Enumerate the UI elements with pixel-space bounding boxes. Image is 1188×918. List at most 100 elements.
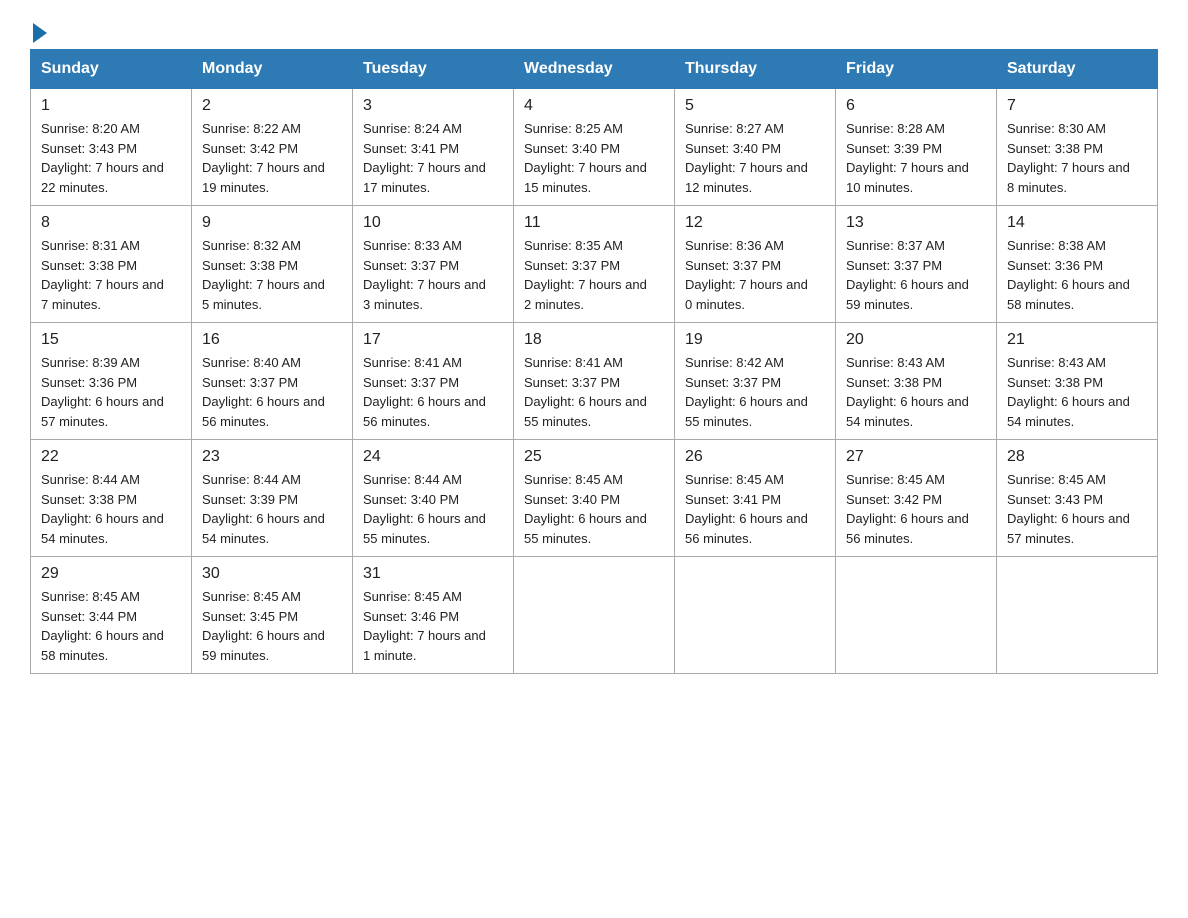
day-info: Sunrise: 8:37 AM Sunset: 3:37 PM Dayligh… [846,236,986,314]
day-info: Sunrise: 8:44 AM Sunset: 3:40 PM Dayligh… [363,470,503,548]
calendar-header-monday: Monday [192,50,353,89]
day-number: 4 [524,97,664,115]
calendar-cell: 14 Sunrise: 8:38 AM Sunset: 3:36 PM Dayl… [997,206,1158,323]
day-info: Sunrise: 8:45 AM Sunset: 3:44 PM Dayligh… [41,587,181,665]
calendar-week-row: 15 Sunrise: 8:39 AM Sunset: 3:36 PM Dayl… [31,323,1158,440]
day-info: Sunrise: 8:45 AM Sunset: 3:46 PM Dayligh… [363,587,503,665]
calendar-cell [675,557,836,674]
calendar-cell: 29 Sunrise: 8:45 AM Sunset: 3:44 PM Dayl… [31,557,192,674]
day-info: Sunrise: 8:33 AM Sunset: 3:37 PM Dayligh… [363,236,503,314]
day-info: Sunrise: 8:20 AM Sunset: 3:43 PM Dayligh… [41,119,181,197]
calendar-cell: 24 Sunrise: 8:44 AM Sunset: 3:40 PM Dayl… [353,440,514,557]
day-number: 17 [363,331,503,349]
calendar-cell: 10 Sunrise: 8:33 AM Sunset: 3:37 PM Dayl… [353,206,514,323]
day-number: 16 [202,331,342,349]
calendar-cell: 12 Sunrise: 8:36 AM Sunset: 3:37 PM Dayl… [675,206,836,323]
day-info: Sunrise: 8:30 AM Sunset: 3:38 PM Dayligh… [1007,119,1147,197]
day-number: 11 [524,214,664,232]
day-number: 10 [363,214,503,232]
day-number: 3 [363,97,503,115]
day-info: Sunrise: 8:45 AM Sunset: 3:42 PM Dayligh… [846,470,986,548]
calendar-cell: 8 Sunrise: 8:31 AM Sunset: 3:38 PM Dayli… [31,206,192,323]
calendar-week-row: 22 Sunrise: 8:44 AM Sunset: 3:38 PM Dayl… [31,440,1158,557]
calendar-cell: 15 Sunrise: 8:39 AM Sunset: 3:36 PM Dayl… [31,323,192,440]
calendar-cell [514,557,675,674]
day-number: 9 [202,214,342,232]
calendar-cell: 17 Sunrise: 8:41 AM Sunset: 3:37 PM Dayl… [353,323,514,440]
logo-arrow-icon [33,23,47,43]
day-number: 23 [202,448,342,466]
day-info: Sunrise: 8:35 AM Sunset: 3:37 PM Dayligh… [524,236,664,314]
day-info: Sunrise: 8:28 AM Sunset: 3:39 PM Dayligh… [846,119,986,197]
day-info: Sunrise: 8:22 AM Sunset: 3:42 PM Dayligh… [202,119,342,197]
day-number: 24 [363,448,503,466]
day-info: Sunrise: 8:45 AM Sunset: 3:45 PM Dayligh… [202,587,342,665]
calendar-cell: 18 Sunrise: 8:41 AM Sunset: 3:37 PM Dayl… [514,323,675,440]
day-info: Sunrise: 8:36 AM Sunset: 3:37 PM Dayligh… [685,236,825,314]
day-number: 12 [685,214,825,232]
calendar-cell: 6 Sunrise: 8:28 AM Sunset: 3:39 PM Dayli… [836,89,997,206]
calendar-cell: 27 Sunrise: 8:45 AM Sunset: 3:42 PM Dayl… [836,440,997,557]
calendar-header-saturday: Saturday [997,50,1158,89]
calendar-cell: 31 Sunrise: 8:45 AM Sunset: 3:46 PM Dayl… [353,557,514,674]
day-number: 21 [1007,331,1147,349]
day-info: Sunrise: 8:44 AM Sunset: 3:39 PM Dayligh… [202,470,342,548]
calendar-header-wednesday: Wednesday [514,50,675,89]
day-number: 6 [846,97,986,115]
calendar-cell: 13 Sunrise: 8:37 AM Sunset: 3:37 PM Dayl… [836,206,997,323]
day-number: 18 [524,331,664,349]
calendar-cell: 2 Sunrise: 8:22 AM Sunset: 3:42 PM Dayli… [192,89,353,206]
day-number: 26 [685,448,825,466]
day-info: Sunrise: 8:31 AM Sunset: 3:38 PM Dayligh… [41,236,181,314]
day-info: Sunrise: 8:44 AM Sunset: 3:38 PM Dayligh… [41,470,181,548]
day-number: 15 [41,331,181,349]
day-number: 13 [846,214,986,232]
calendar-header-row: SundayMondayTuesdayWednesdayThursdayFrid… [31,50,1158,89]
day-info: Sunrise: 8:40 AM Sunset: 3:37 PM Dayligh… [202,353,342,431]
calendar-cell: 9 Sunrise: 8:32 AM Sunset: 3:38 PM Dayli… [192,206,353,323]
day-number: 14 [1007,214,1147,232]
calendar-cell: 3 Sunrise: 8:24 AM Sunset: 3:41 PM Dayli… [353,89,514,206]
day-number: 1 [41,97,181,115]
calendar-week-row: 1 Sunrise: 8:20 AM Sunset: 3:43 PM Dayli… [31,89,1158,206]
calendar-cell: 21 Sunrise: 8:43 AM Sunset: 3:38 PM Dayl… [997,323,1158,440]
calendar-header-friday: Friday [836,50,997,89]
day-info: Sunrise: 8:38 AM Sunset: 3:36 PM Dayligh… [1007,236,1147,314]
calendar-header-tuesday: Tuesday [353,50,514,89]
day-number: 19 [685,331,825,349]
day-number: 7 [1007,97,1147,115]
day-info: Sunrise: 8:43 AM Sunset: 3:38 PM Dayligh… [846,353,986,431]
calendar-week-row: 29 Sunrise: 8:45 AM Sunset: 3:44 PM Dayl… [31,557,1158,674]
calendar-cell [997,557,1158,674]
day-info: Sunrise: 8:42 AM Sunset: 3:37 PM Dayligh… [685,353,825,431]
calendar-cell: 22 Sunrise: 8:44 AM Sunset: 3:38 PM Dayl… [31,440,192,557]
calendar-cell: 1 Sunrise: 8:20 AM Sunset: 3:43 PM Dayli… [31,89,192,206]
calendar-header-sunday: Sunday [31,50,192,89]
day-number: 31 [363,565,503,583]
calendar-week-row: 8 Sunrise: 8:31 AM Sunset: 3:38 PM Dayli… [31,206,1158,323]
day-number: 2 [202,97,342,115]
day-info: Sunrise: 8:43 AM Sunset: 3:38 PM Dayligh… [1007,353,1147,431]
calendar-header-thursday: Thursday [675,50,836,89]
day-info: Sunrise: 8:39 AM Sunset: 3:36 PM Dayligh… [41,353,181,431]
day-info: Sunrise: 8:27 AM Sunset: 3:40 PM Dayligh… [685,119,825,197]
day-info: Sunrise: 8:45 AM Sunset: 3:40 PM Dayligh… [524,470,664,548]
page-header [30,20,1158,39]
day-number: 20 [846,331,986,349]
day-number: 22 [41,448,181,466]
day-number: 28 [1007,448,1147,466]
calendar-cell: 5 Sunrise: 8:27 AM Sunset: 3:40 PM Dayli… [675,89,836,206]
day-number: 29 [41,565,181,583]
day-info: Sunrise: 8:24 AM Sunset: 3:41 PM Dayligh… [363,119,503,197]
calendar-table: SundayMondayTuesdayWednesdayThursdayFrid… [30,49,1158,674]
day-number: 30 [202,565,342,583]
calendar-cell: 16 Sunrise: 8:40 AM Sunset: 3:37 PM Dayl… [192,323,353,440]
calendar-cell: 11 Sunrise: 8:35 AM Sunset: 3:37 PM Dayl… [514,206,675,323]
day-info: Sunrise: 8:45 AM Sunset: 3:43 PM Dayligh… [1007,470,1147,548]
calendar-cell: 7 Sunrise: 8:30 AM Sunset: 3:38 PM Dayli… [997,89,1158,206]
calendar-cell: 26 Sunrise: 8:45 AM Sunset: 3:41 PM Dayl… [675,440,836,557]
calendar-cell: 20 Sunrise: 8:43 AM Sunset: 3:38 PM Dayl… [836,323,997,440]
day-number: 27 [846,448,986,466]
calendar-cell: 30 Sunrise: 8:45 AM Sunset: 3:45 PM Dayl… [192,557,353,674]
day-info: Sunrise: 8:41 AM Sunset: 3:37 PM Dayligh… [524,353,664,431]
